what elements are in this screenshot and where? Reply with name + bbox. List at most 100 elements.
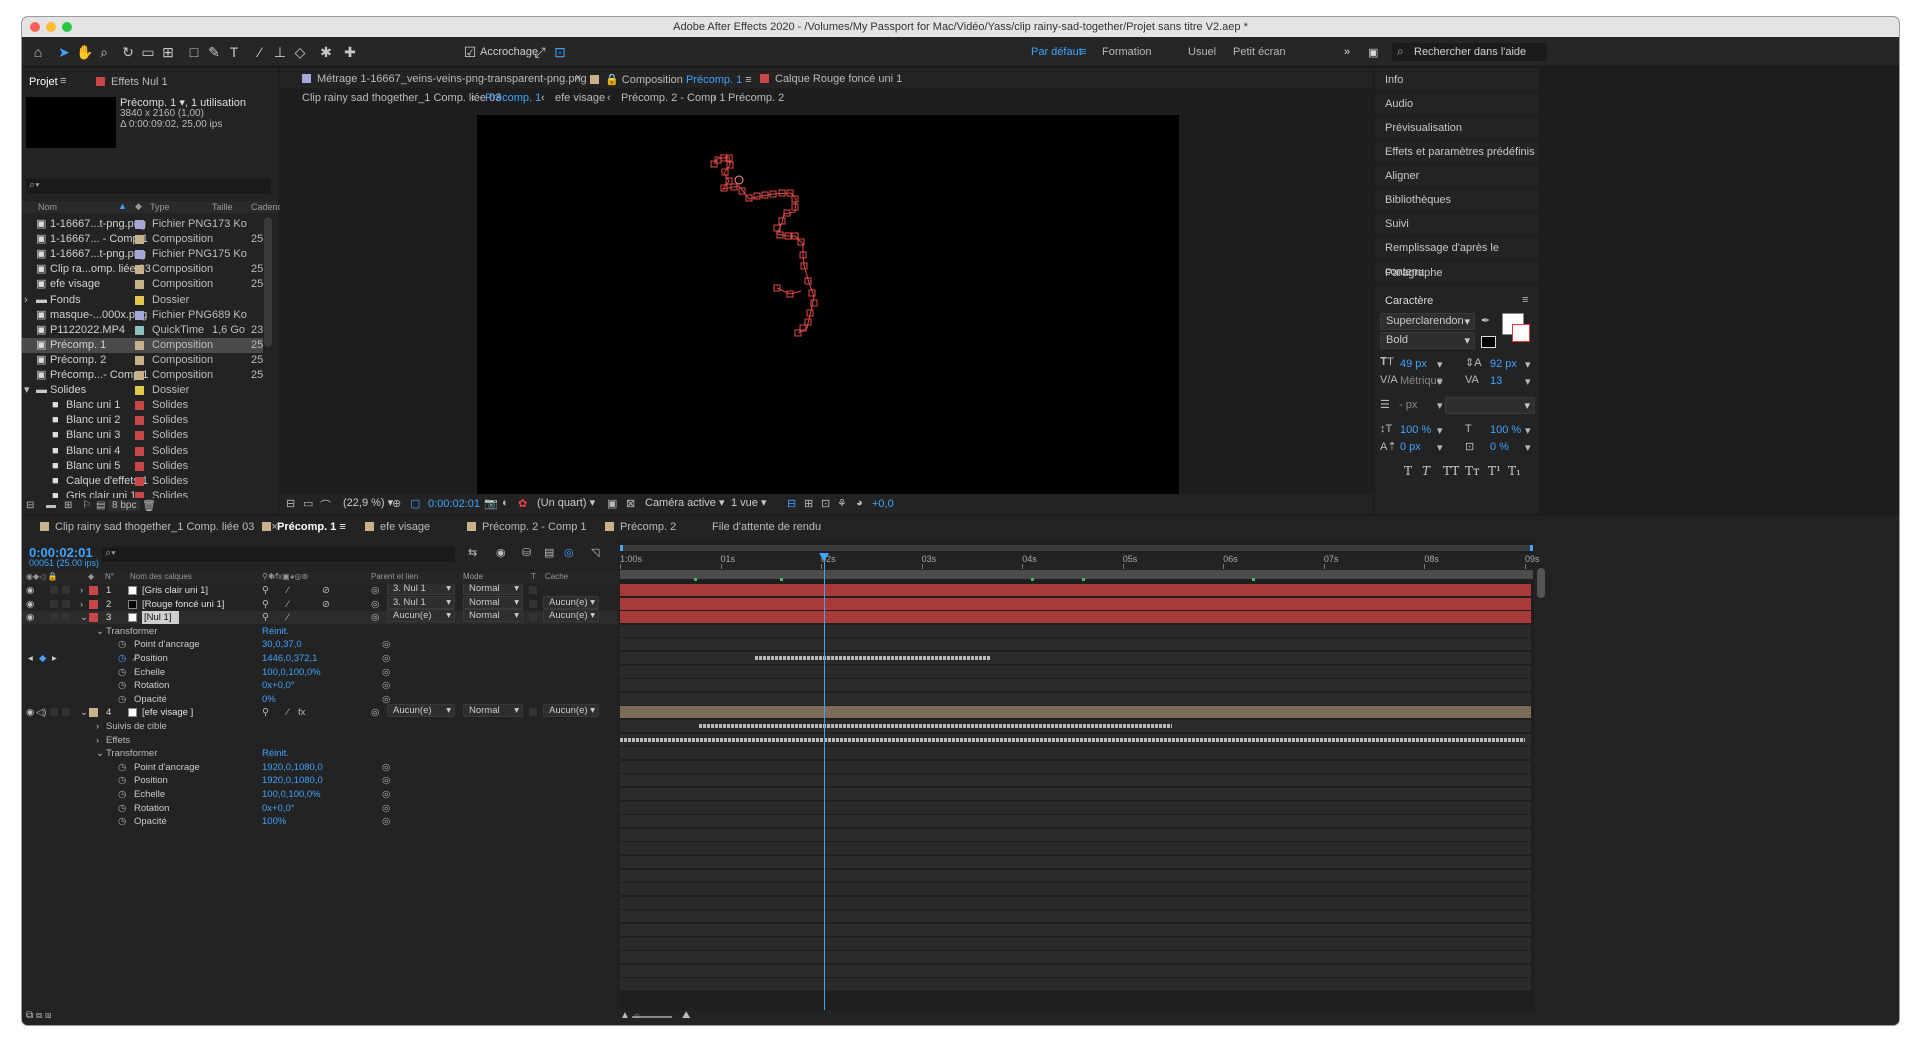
mask-visibility-icon[interactable]: ▢ [410, 497, 420, 510]
home-icon[interactable]: ⌂ [30, 44, 46, 60]
label-color-swatch[interactable] [135, 220, 144, 229]
snapshot-icon[interactable]: 📷 [484, 497, 498, 510]
adjustment-switch-icon[interactable]: ⊘ [322, 584, 330, 597]
timeline-tab[interactable]: Précomp. 2 - Comp 1 [467, 521, 587, 533]
stopwatch-icon[interactable]: ◷ [118, 815, 126, 828]
parent-select[interactable]: 3. Nul 1 ▾ [387, 595, 455, 609]
panel-1[interactable]: Audio [1375, 92, 1539, 116]
layer-tab[interactable]: Calque Rouge foncé uni 1 [775, 73, 902, 85]
path-keyframe-marker[interactable] [753, 192, 761, 200]
project-item[interactable]: ▣ P1122022.MP4 QuickTime 1,6 Go 23 [22, 323, 263, 338]
project-item[interactable]: ■ Blanc uni 2 Solides [22, 413, 263, 428]
chevron-down-icon[interactable]: ▾ [1525, 441, 1531, 454]
quality-switch-icon[interactable]: ⁄ [287, 598, 289, 611]
stroke-color-swatch[interactable] [1512, 324, 1530, 342]
stopwatch-icon[interactable]: ◷ [118, 652, 126, 665]
render-options-icon[interactable]: ⊞ [804, 497, 813, 510]
project-item[interactable]: ■ Gris clair uni 1 Solides [22, 489, 263, 498]
vertical-scale-value[interactable]: 100 % [1400, 424, 1431, 436]
property-row[interactable]: ◷ Echelle 100,0,100,0% ◎ [22, 666, 618, 679]
panel-7[interactable]: Remplissage d'après le contenu [1375, 236, 1539, 278]
expression-pickwhip-icon[interactable]: ◎ [382, 638, 390, 651]
preserve-transparency-toggle[interactable] [529, 586, 537, 594]
property-row[interactable]: ◷ Echelle 100,0,100,0% ◎ [22, 788, 618, 801]
stopwatch-icon[interactable]: ◷ [118, 802, 126, 815]
stopwatch-icon[interactable]: ◷ [118, 638, 126, 651]
disclosure-triangle-icon[interactable]: › [24, 293, 28, 308]
workspace-small-screen[interactable]: Petit écran [1233, 46, 1286, 58]
property-value[interactable]: 30,0,37,0 [262, 638, 302, 651]
lock-icon[interactable]: 🔒 [605, 74, 619, 86]
mode-select[interactable]: Normal ▾ [463, 584, 523, 595]
new-folder-icon[interactable]: ▬ [46, 500, 56, 511]
time-navigator[interactable] [620, 545, 1533, 551]
eyedropper-icon[interactable]: ✒ [1481, 314, 1490, 327]
stopwatch-icon[interactable]: ◷ [118, 774, 126, 787]
lock-toggle[interactable] [62, 613, 70, 622]
expand-layer-icon[interactable]: ⌄ [80, 611, 88, 624]
trash-icon[interactable]: 🗑 [142, 499, 156, 512]
resolution-value[interactable]: (Un quart) [537, 497, 587, 509]
layer-duration-bar[interactable] [620, 584, 1531, 596]
property-row[interactable]: ◷ Rotation 0x+0,0° ◎ [22, 802, 618, 815]
comp-canvas[interactable] [477, 115, 1179, 509]
effects-group[interactable]: › Effets [22, 734, 618, 747]
col-matte[interactable]: Cache [545, 572, 568, 581]
fx-switch-icon[interactable]: fx [298, 706, 305, 719]
expression-pickwhip-icon[interactable]: ◎ [382, 679, 390, 692]
property-value[interactable]: 0x+0,0° [262, 679, 295, 692]
lock-toggle[interactable] [62, 586, 70, 594]
stroke-width-value[interactable]: - px [1399, 399, 1417, 411]
font-size-value[interactable]: 49 px [1400, 358, 1427, 370]
shy-switch-icon[interactable]: ⚲ [262, 611, 269, 624]
timeline-tab[interactable]: Précomp. 2 [605, 521, 676, 533]
pickwhip-icon[interactable]: ◎ [371, 598, 379, 611]
effects-tab[interactable]: Effets [111, 76, 139, 88]
adjust-icon[interactable]: ▤ [96, 500, 105, 511]
lock-toggle[interactable] [62, 599, 70, 608]
snap-checkbox-icon[interactable]: ☑ [462, 44, 478, 60]
playhead[interactable] [819, 553, 830, 1013]
solo-toggle[interactable] [50, 599, 58, 608]
property-value[interactable]: 1920,0,1080,0 [262, 774, 323, 787]
layer-name[interactable]: [efe visage ] [142, 706, 193, 719]
time-ruler[interactable]: 1:00s 01s 02s 03s 04s 05s 06s 07s 08s 09s [619, 553, 1539, 569]
panel-8[interactable]: Paragraphe [1375, 261, 1539, 285]
channel-icon[interactable]: ✿ [518, 497, 527, 510]
adjustment-switch-icon[interactable]: ⊘ [322, 598, 330, 611]
font-family-select[interactable]: Superclarendon ▾ [1380, 313, 1475, 330]
views-value[interactable]: 1 vue [731, 497, 758, 509]
more-workspaces-icon[interactable]: » [1344, 46, 1350, 58]
label-color-swatch[interactable] [135, 416, 144, 426]
faux-italic-button[interactable]: T [1422, 464, 1430, 478]
layer-name[interactable]: [Rouge foncé uni 1] [142, 598, 224, 611]
label-color-swatch[interactable] [135, 401, 144, 411]
project-item[interactable]: ▣ Précomp...- Comp 1 Composition 25 [22, 368, 263, 383]
anchor-point-icon[interactable] [734, 175, 744, 185]
label-color-swatch[interactable] [135, 431, 144, 441]
flowchart-icon[interactable]: ⚐ [82, 500, 91, 511]
timeline-tab[interactable]: Clip rainy sad thogether_1 Comp. liée 03… [40, 521, 278, 533]
mode-select[interactable]: Normal ▾ [463, 595, 523, 609]
breadcrumb-item-2[interactable]: efe visage [555, 92, 605, 104]
property-value[interactable]: 100% [262, 815, 286, 828]
transparency-grid-icon[interactable]: ⊠ [626, 497, 635, 510]
panel-layout-icon[interactable]: ▣ [1368, 46, 1378, 59]
toggle-pixel-icon[interactable]: ⊟ [787, 497, 796, 510]
keyframe-toggle-icon[interactable]: ◆ [39, 652, 46, 665]
playhead-handle-icon[interactable] [819, 553, 830, 561]
close-tab-icon[interactable]: × [575, 72, 581, 84]
tracking-value[interactable]: 13 [1490, 375, 1502, 387]
property-row[interactable]: ◷ Point d'ancrage 1920,0,1080,0 ◎ [22, 761, 618, 774]
motion-blur-icon[interactable]: ◎ [564, 546, 574, 559]
project-item[interactable]: ▣ 1-16667...t-png.png Fichier PNG 175 Ko [22, 247, 263, 262]
layer-name[interactable]: [Gris clair uni 1] [142, 584, 208, 597]
workspace-default[interactable]: Par défaut [1031, 46, 1082, 58]
project-item[interactable]: ■ Blanc uni 5 Solides [22, 459, 263, 474]
chevron-down-icon[interactable]: ▾ [1437, 375, 1443, 388]
help-search-input[interactable]: ⌕ Rechercher dans l'aide [1392, 43, 1547, 61]
label-color-swatch[interactable] [135, 325, 144, 335]
stopwatch-icon[interactable]: ◷ [118, 666, 126, 679]
project-item[interactable]: ▣ 1-16667... - Comp 1 Composition 25 [22, 232, 263, 247]
eye-icon[interactable]: ◉ [26, 611, 34, 624]
